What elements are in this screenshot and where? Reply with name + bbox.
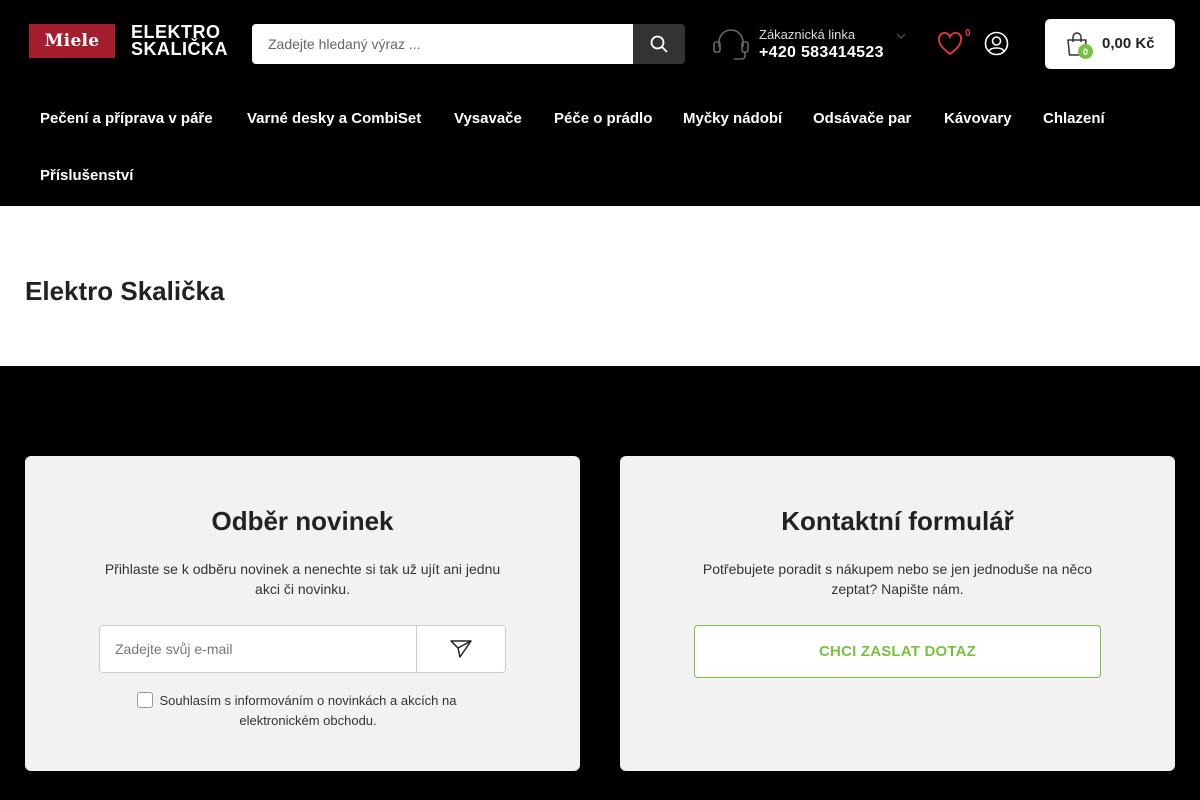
logo-text-line2: SKALIČKA xyxy=(131,39,228,59)
cart-button[interactable]: 0 0,00 Kč xyxy=(1045,19,1175,69)
newsletter-form xyxy=(99,625,506,673)
cart-count-badge: 0 xyxy=(1078,44,1093,59)
hotline-label: Zákaznická linka xyxy=(759,26,856,42)
nav-item-varne-desky[interactable]: Varné desky a CombiSet xyxy=(247,110,421,127)
user-icon[interactable] xyxy=(984,31,1009,56)
search-icon xyxy=(650,35,668,53)
newsletter-consent: Souhlasím s informováním o novinkách a a… xyxy=(135,691,475,731)
newsletter-title: Odběr novinek xyxy=(211,506,394,536)
logo-text: ELEKTRO SKALIČKA xyxy=(131,23,228,59)
nav-item-mycky[interactable]: Myčky nádobí xyxy=(683,110,782,127)
headset-icon xyxy=(712,25,750,63)
contact-text: Potřebujete poradit s nákupem nebo se je… xyxy=(702,561,1093,597)
customer-hotline[interactable]: Zákaznická linka +420 583414523 xyxy=(712,24,912,64)
page-title: Elektro Skalička xyxy=(25,276,225,306)
newsletter-text: Přihlaste se k odběru novinek a nenechte… xyxy=(104,561,501,597)
newsletter-submit-button[interactable] xyxy=(416,626,505,672)
hotline-text: Zákaznická linka +420 583414523 xyxy=(759,26,884,63)
site-header: Miele ELEKTRO SKALIČKA Zákaznická linka xyxy=(0,0,1200,206)
consent-label: Souhlasím s informováním o novinkách a a… xyxy=(159,693,457,728)
contact-title: Kontaktní formulář xyxy=(781,506,1014,536)
site-logo[interactable]: Miele ELEKTRO SKALIČKA xyxy=(29,23,228,59)
miele-logo-badge: Miele xyxy=(29,24,115,58)
consent-checkbox[interactable] xyxy=(137,692,153,708)
nav-item-kavovary[interactable]: Kávovary xyxy=(944,110,1012,127)
nav-item-vysavace[interactable]: Vysavače xyxy=(454,110,522,127)
nav-item-peceni[interactable]: Pečení a příprava v páře xyxy=(40,110,213,127)
search-input[interactable] xyxy=(252,24,633,64)
nav-item-pece-o-pradlo[interactable]: Péče o prádlo xyxy=(554,110,652,127)
wishlist-count: 0 xyxy=(965,28,971,39)
main-content: Elektro Skalička xyxy=(0,206,1200,366)
hotline-phone: +420 583414523 xyxy=(759,43,884,61)
heart-icon[interactable] xyxy=(936,30,964,58)
contact-card: Kontaktní formulář Potřebujete poradit s… xyxy=(620,456,1175,771)
nav-item-prislusenstvi[interactable]: Příslušenství xyxy=(40,167,133,184)
nav-item-odsavace[interactable]: Odsávače par xyxy=(813,110,911,127)
nav-item-chlazeni[interactable]: Chlazení xyxy=(1043,110,1105,127)
newsletter-card: Odběr novinek Přihlaste se k odběru novi… xyxy=(25,456,580,771)
cart-total: 0,00 Kč xyxy=(1102,35,1155,52)
search-button[interactable] xyxy=(633,24,685,64)
chevron-down-icon[interactable] xyxy=(896,32,906,40)
send-icon xyxy=(450,640,472,658)
search-bar xyxy=(252,24,685,64)
contact-form-button[interactable]: CHCI ZASLAT DOTAZ xyxy=(694,625,1101,678)
email-field[interactable] xyxy=(100,626,416,672)
